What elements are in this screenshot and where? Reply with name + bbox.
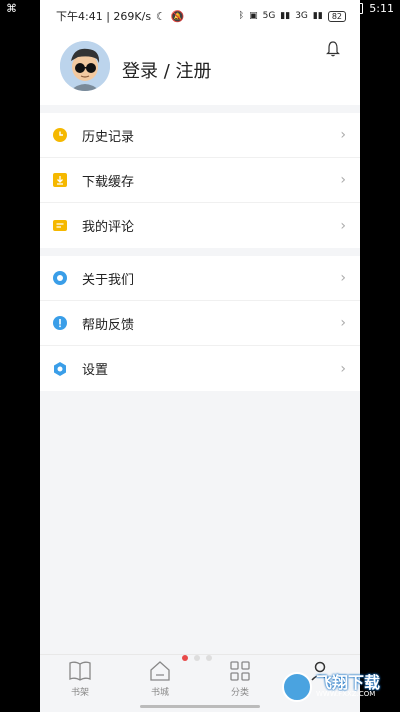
help-icon [53,316,67,330]
menu-item-help[interactable]: 帮助反馈 › [40,301,360,346]
login-register-link[interactable]: 登录 / 注册 [122,57,212,83]
chevron-right-icon: › [340,217,346,234]
network-3g: 3G [295,11,308,21]
status-battery: 82 [327,10,346,22]
menu-item-label: 下载缓存 [82,174,135,190]
nav-label: 书架 [70,688,89,698]
avatar[interactable] [60,41,110,91]
watermark-sub: WWW.FXXZ.COM [316,690,376,698]
status-time-speed: 下午4:41 | 269K/s [56,10,152,23]
menu-group-1: 历史记录 › 下载缓存 › 我的评论 › [40,113,360,248]
status-bar: 下午4:41 | 269K/s ☾ 🔕 ᛒ ▣ 5G ▮▮ 3G ▮▮ 82 [40,0,360,32]
chevron-right-icon: › [340,315,346,331]
menu-item-label: 我的评论 [82,220,135,235]
watermark: 飞翔下载 WWW.FXXZ.COM [282,668,392,706]
signal-icon-2: ▮▮ [312,11,323,21]
page-dot [194,655,200,661]
watermark-text: 飞翔下载 [316,673,381,692]
menu-group-2: 关于我们 › 帮助反馈 › 设置 › [40,256,360,391]
nav-label: 分类 [230,688,249,698]
nav-bookstore[interactable]: 书城 [140,661,180,698]
bluetooth-icon: ᛒ [238,11,245,21]
nav-bookshelf[interactable]: 书架 [60,661,100,698]
page-indicator [182,655,212,661]
home-indicator [140,705,260,708]
info-circle-icon [53,271,67,285]
chevron-right-icon: › [340,360,346,377]
nav-label: 书城 [150,688,169,698]
nav-category[interactable]: 分类 [220,661,260,698]
bell-icon[interactable] [326,41,340,57]
book-icon [69,661,91,681]
watermark-logo-icon [282,672,312,702]
menu-item-comments[interactable]: 我的评论 › [40,203,360,248]
settings-icon [53,361,67,376]
menu-item-about[interactable]: 关于我们 › [40,256,360,301]
menu-item-label: 历史记录 [82,129,135,145]
store-icon [150,661,170,681]
comment-icon [53,219,67,233]
network-5g: 5G [262,11,276,21]
menu-item-history[interactable]: 历史记录 › [40,113,360,158]
chevron-right-icon: › [340,127,346,143]
moon-icon: ☾ [156,9,166,23]
menu-item-settings[interactable]: 设置 › [40,346,360,391]
outer-time: 5:11 [369,2,394,15]
clock-icon [53,128,67,142]
bug-icon: ⌘ [6,2,17,15]
page-dot-active [182,655,188,661]
bell-off-icon: 🔕 [170,9,185,23]
avatar-icon [60,41,110,91]
page-dot [206,655,212,661]
grid-icon [230,661,250,681]
menu-item-label: 关于我们 [82,272,135,288]
menu-item-label: 设置 [82,363,109,378]
menu-item-label: 帮助反馈 [82,317,135,333]
profile-header: 登录 / 注册 [40,32,360,105]
signal-icon: ▮▮ [280,11,291,21]
hd-icon: ▣ [249,11,258,21]
phone-screen: 下午4:41 | 269K/s ☾ 🔕 ᛒ ▣ 5G ▮▮ 3G ▮▮ 82 登… [40,0,360,712]
chevron-right-icon: › [340,270,346,286]
chevron-right-icon: › [340,172,346,188]
download-icon [53,173,67,187]
menu-item-download[interactable]: 下载缓存 › [40,158,360,203]
